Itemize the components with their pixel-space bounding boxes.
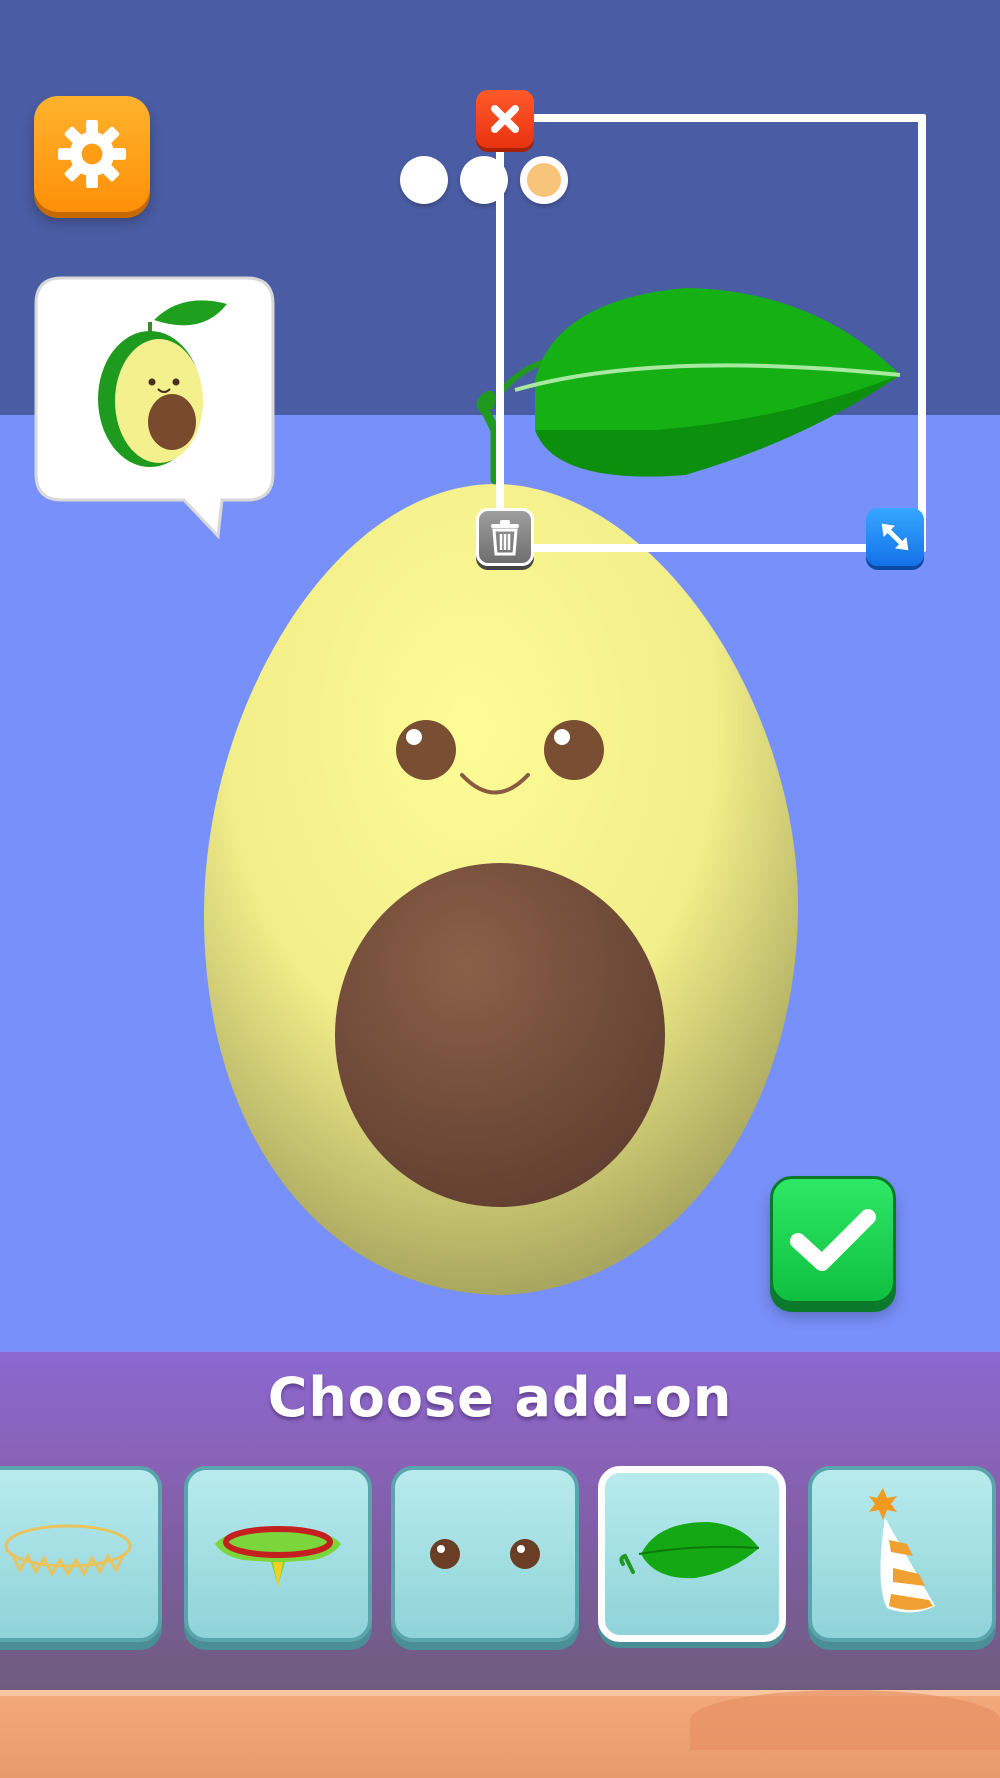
flower-collar-icon xyxy=(215,1526,341,1588)
party-hat-icon xyxy=(869,1488,935,1613)
addon-list xyxy=(0,1466,1000,1646)
avocado-pit xyxy=(335,863,665,1207)
gear-icon xyxy=(57,119,127,189)
addon-card-eyes[interactable] xyxy=(391,1466,579,1642)
addon-card-flower-collar[interactable] xyxy=(184,1466,372,1642)
settings-button[interactable] xyxy=(34,96,150,212)
addon-card-party-hat[interactable] xyxy=(808,1466,996,1642)
bottom-shelf-shadow xyxy=(690,1690,1000,1750)
color-dot[interactable] xyxy=(400,156,448,204)
avocado-character xyxy=(203,483,799,1295)
confirm-button[interactable] xyxy=(770,1176,896,1304)
addon-card-crown-ring[interactable] xyxy=(0,1466,162,1642)
close-icon xyxy=(490,104,520,134)
checkmark-icon xyxy=(790,1209,876,1271)
leaf-icon xyxy=(619,1522,760,1579)
delete-button[interactable] xyxy=(476,508,534,566)
resize-arrows-icon xyxy=(881,523,909,551)
remove-button[interactable] xyxy=(476,90,534,148)
addon-card-leaf[interactable] xyxy=(598,1466,786,1642)
gold-ring-icon xyxy=(4,1524,132,1578)
eyes-icon xyxy=(430,1539,540,1569)
scale-rotate-button[interactable] xyxy=(866,508,924,566)
selection-box[interactable] xyxy=(496,114,926,552)
trash-icon xyxy=(491,520,519,556)
panel-title: Choose add-on xyxy=(267,1366,733,1429)
